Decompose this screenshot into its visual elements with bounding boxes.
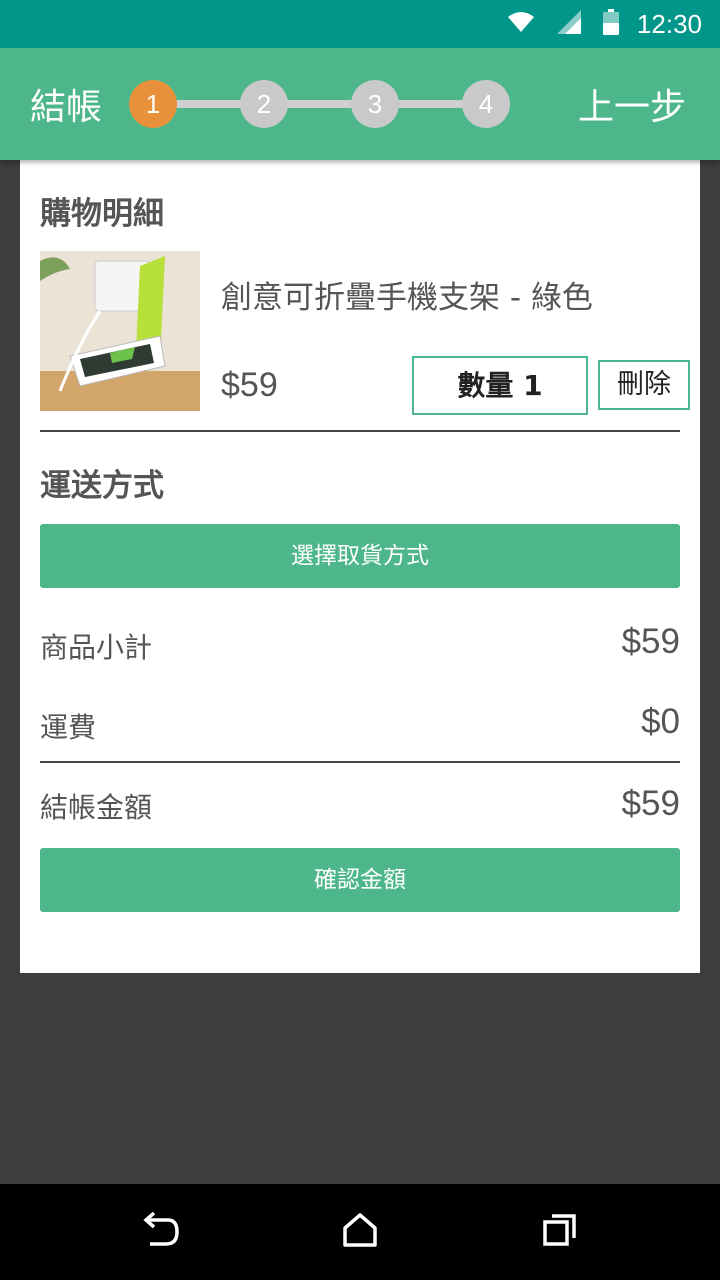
shipping-fee-value: $0: [641, 702, 680, 741]
home-icon[interactable]: [342, 1212, 378, 1252]
divider: [40, 430, 680, 432]
divider: [40, 761, 680, 763]
confirm-amount-button[interactable]: 確認金額: [40, 848, 680, 912]
quantity-button[interactable]: 數量 1: [412, 356, 588, 415]
page-title: 結帳: [30, 87, 103, 128]
step-2: 2: [240, 80, 288, 128]
product-name: 創意可折疊手機支架 - 綠色: [221, 280, 593, 316]
step-4: 4: [462, 80, 510, 128]
status-bar: 12:30: [0, 0, 720, 48]
step-1: 1: [129, 80, 177, 128]
step-3: 3: [351, 80, 399, 128]
battery-icon: [602, 9, 619, 39]
checkout-stepper: 1 2 3 4: [129, 80, 511, 128]
delete-button[interactable]: 刪除: [598, 360, 690, 410]
checkout-card: 購物明細 創意可折疊手機支架 - 綠色 $59 數量 1 刪除 運送方式 選擇取…: [20, 160, 700, 973]
cellular-signal-icon: [556, 10, 581, 38]
cart-section-title: 購物明細: [40, 196, 164, 232]
select-pickup-button[interactable]: 選擇取貨方式: [40, 524, 680, 588]
wifi-icon: [507, 11, 535, 37]
app-bar: 結帳 1 2 3 4 上一步: [0, 48, 720, 160]
shipping-section-title: 運送方式: [40, 468, 164, 504]
product-image: [40, 251, 200, 411]
shipping-fee-label: 運費: [40, 711, 97, 744]
product-price: $59: [221, 366, 278, 404]
back-button[interactable]: 上一步: [578, 78, 686, 130]
back-icon[interactable]: [142, 1211, 180, 1252]
total-value: $59: [621, 784, 680, 823]
total-label: 結帳金額: [40, 791, 153, 824]
recents-icon[interactable]: [542, 1212, 578, 1252]
subtotal-label: 商品小計: [40, 631, 153, 664]
stepper-line: [149, 100, 491, 108]
subtotal-value: $59: [621, 622, 680, 661]
status-time: 12:30: [636, 8, 702, 39]
navigation-bar: [0, 1184, 720, 1280]
